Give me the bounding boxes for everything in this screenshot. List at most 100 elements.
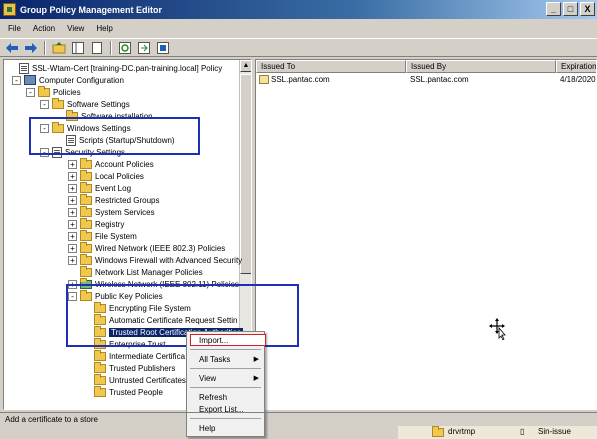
taskbar-item-drvrtmp[interactable]: drvrtmp [448,427,475,436]
tree-node[interactable]: - Software Settings [40,97,130,110]
column-header-issued-to[interactable]: Issued To [256,60,406,73]
tree-node-label: Policies [53,87,81,97]
tree-node-label: SSL-Wtam-Cert [training-DC.pan-training.… [32,63,223,73]
expand-icon[interactable]: + [68,219,77,229]
tree-node[interactable]: + File System [68,229,137,242]
menu-help[interactable]: Help [90,24,118,33]
tree-node[interactable]: + Restricted Groups [68,193,160,206]
menu-view[interactable]: View [61,24,90,33]
menu-bar: File Action View Help [0,19,597,37]
scroll-up-icon[interactable]: ▲ [240,60,251,72]
tree-node[interactable]: + Local Policies [68,169,144,182]
menu-separator [190,349,261,350]
cell-issued-by: SSL.pantac.com [410,75,469,84]
tree-node[interactable]: Trusted Publishers [82,361,176,374]
folder-icon [94,373,106,385]
tree-node-label: Wired Network (IEEE 802.3) Policies [95,243,226,253]
folder-icon [94,385,106,397]
forward-icon[interactable] [23,40,39,56]
tree-node-label: Windows Firewall with Advanced Security [95,255,243,265]
expand-icon[interactable]: + [68,159,77,169]
taskbar-item-sin-issue[interactable]: Sin-issue [538,427,571,436]
tree-node[interactable]: + Event Log [68,181,132,194]
tree-node-label: Trusted Publishers [109,363,176,373]
column-header-expiration[interactable]: Expiration [556,60,596,73]
tree-node[interactable]: - Computer Configuration [12,74,124,86]
menu-item-import[interactable]: Import... [199,336,228,345]
submenu-arrow-icon: ▶ [253,375,259,382]
export-icon[interactable] [136,40,152,56]
back-icon[interactable] [4,40,20,56]
title-bar: Group Policy Management Editor _ □ X [0,0,597,19]
tree-node[interactable]: + Wired Network (IEEE 802.3) Policies [68,241,226,254]
tree-node[interactable]: Untrusted Certificates [82,373,186,386]
tree-node-label: Local Policies [95,171,144,181]
expand-icon[interactable]: + [68,243,77,253]
table-row[interactable]: SSL.pantac.com [259,75,330,85]
tree-node-label: System Services [95,207,155,217]
expand-icon[interactable]: + [68,231,77,241]
highlight-windows-settings [29,117,200,155]
folder-icon [80,265,92,277]
submenu-arrow-icon: ▶ [253,356,259,363]
help-icon[interactable] [155,40,171,56]
folder-icon [80,157,92,169]
column-header-issued-by[interactable]: Issued By [406,60,556,73]
maximize-button[interactable]: □ [563,2,578,16]
tree-node[interactable]: + System Services [68,205,155,218]
toolbar-separator [44,40,46,55]
tree-node-label: Computer Configuration [39,75,124,85]
tree-node-label: Registry [95,219,125,229]
tree-node[interactable]: + Registry [68,217,125,230]
taskbar: drvrtmp ▯ Sin-issue [398,426,597,439]
close-button[interactable]: X [580,2,595,16]
menu-action[interactable]: Action [27,24,61,33]
tree-node[interactable]: - Policies [26,85,81,98]
app-icon [3,3,16,16]
folder-icon [80,181,92,193]
tree-node-label: Account Policies [95,159,154,169]
tree-node[interactable]: + Windows Firewall with Advanced Security [68,253,243,266]
menu-file[interactable]: File [2,24,27,33]
scroll-thumb[interactable] [240,74,251,274]
tree-node[interactable]: Network List Manager Policies [68,265,203,278]
folder-icon [80,241,92,253]
expand-icon[interactable]: + [68,195,77,205]
details-pane[interactable]: Issued To Issued By Expiration SSL.panta… [255,59,597,410]
folder-icon [80,169,92,181]
cell-expiration: 4/18/2020 [560,75,596,84]
menu-separator [190,387,261,388]
expand-icon[interactable]: + [68,171,77,181]
folder-icon [80,253,92,265]
tree-node-label: Untrusted Certificates [109,375,186,385]
collapse-icon[interactable]: - [12,75,21,85]
menu-item-view[interactable]: View [199,374,216,383]
folder-icon [94,361,106,373]
collapse-icon[interactable]: - [26,87,35,97]
expand-icon[interactable]: + [68,255,77,265]
expand-icon[interactable]: + [68,207,77,217]
folder-icon [80,217,92,229]
tree-node[interactable]: Intermediate Certifica [82,349,185,362]
tree-node[interactable]: + Account Policies [68,157,154,170]
tree-node-label: Software Settings [67,99,130,109]
up-icon[interactable] [51,40,67,56]
certificate-icon [259,75,269,85]
tree-node[interactable]: Trusted People [82,385,163,398]
menu-item-all-tasks[interactable]: All Tasks [199,355,230,364]
folder-icon [80,193,92,205]
folder-icon [80,229,92,241]
tree-node-label: Event Log [95,183,132,193]
folder-icon [80,205,92,217]
tree-node-label: Restricted Groups [95,195,160,205]
refresh-icon[interactable] [117,40,133,56]
menu-separator [190,368,261,369]
show-hide-tree-icon[interactable] [70,40,86,56]
collapse-icon[interactable]: - [40,99,49,109]
tree-node[interactable]: SSL-Wtam-Cert [training-DC.pan-training.… [7,62,222,74]
folder-icon [94,349,106,361]
expand-icon[interactable]: + [68,183,77,193]
properties-icon[interactable] [89,40,105,56]
menu-item-refresh[interactable]: Refresh [199,393,227,402]
minimize-button[interactable]: _ [546,2,561,16]
